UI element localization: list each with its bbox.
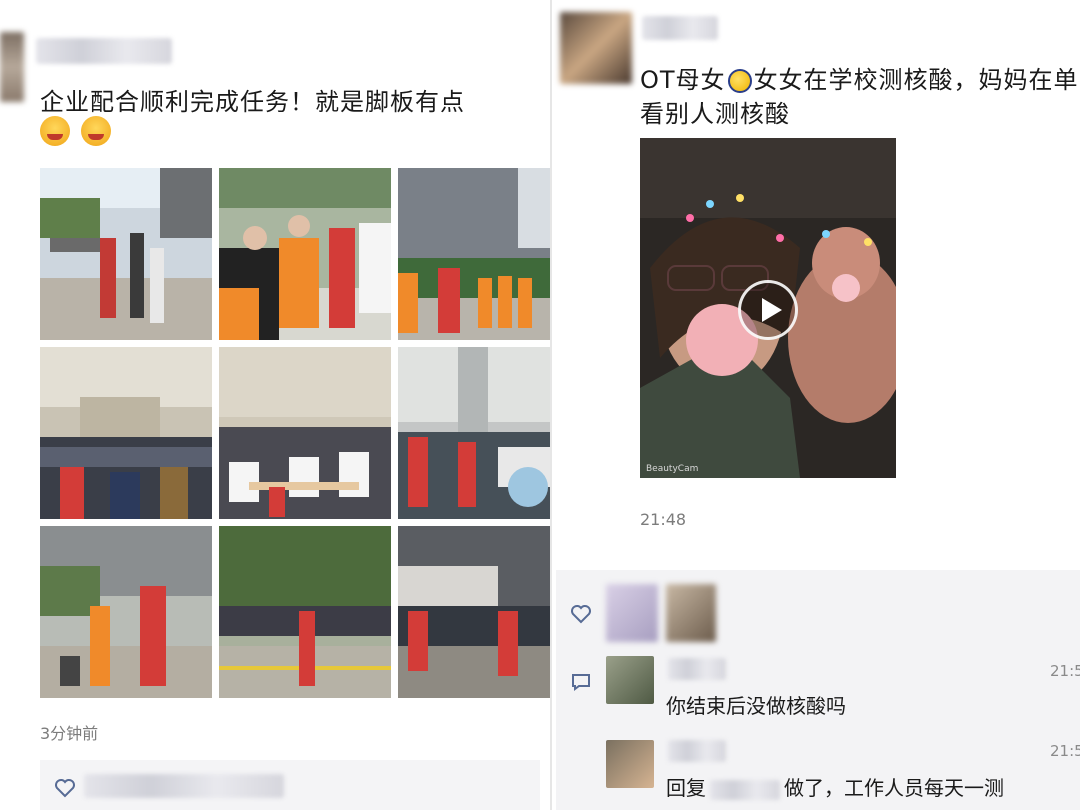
commenter-name-blurred[interactable] [668,740,726,762]
post-text-line1: OT母女 女女在学校测核酸，妈妈在单 [640,66,1079,94]
crying-laughing-emoji [40,116,70,146]
photo-2[interactable] [219,168,391,340]
photo-5[interactable] [219,347,391,519]
reply-text: 做了，工作人员每天一测 [784,776,1004,800]
comment-time: 21:5 [1050,742,1080,760]
likers-blurred[interactable] [84,774,284,798]
comment-time: 21:5 [1050,662,1080,680]
username-blurred[interactable] [642,16,718,40]
comment-bubble-icon [572,674,590,691]
photo-9[interactable] [398,526,550,698]
comment-text: 你结束后没做核酸吗 [666,694,846,718]
crying-laughing-emoji [81,116,112,146]
liker-avatar[interactable] [606,584,658,642]
avatar[interactable] [0,32,24,102]
video-watermark: BeautyCam [646,464,699,474]
post-emojis [40,116,117,146]
photo-1[interactable] [40,168,212,340]
commenter-avatar[interactable] [606,740,654,788]
post-text-line2: 看别人测核酸 [640,100,790,128]
commenter-avatar[interactable] [606,656,654,704]
play-button[interactable] [738,280,798,340]
like-bar [40,760,540,810]
reply-prefix: 回复 [666,776,706,800]
photo-7[interactable] [40,526,212,698]
liker-avatar[interactable] [666,584,716,642]
heart-icon [571,605,591,624]
avatar[interactable] [560,12,632,84]
heart-icon [55,779,75,798]
photo-3[interactable] [398,168,550,340]
moon-face-emoji [727,69,752,93]
post-text: 企业配合顺利完成任务！就是脚板有点 [40,88,465,116]
photo-grid [40,168,550,698]
commenter-name-blurred[interactable] [668,658,726,680]
post-time: 21:48 [640,510,687,529]
photo-8[interactable] [219,526,391,698]
moments-post-left: 企业配合顺利完成任务！就是脚板有点 3分钟前 [0,0,550,810]
photo-4[interactable] [40,347,212,519]
post-time: 3分钟前 [40,724,99,743]
video-thumbnail[interactable]: BeautyCam [640,138,896,478]
username-blurred[interactable] [36,38,172,64]
comment-area: 21:5 你结束后没做核酸吗 21:5 回复 做了，工作人员每天一测 [556,570,1080,810]
photo-6[interactable] [398,347,550,519]
reply-target-blurred[interactable] [710,779,780,800]
comment-reply-text: 回复 做了，工作人员每天一测 [666,772,1004,801]
